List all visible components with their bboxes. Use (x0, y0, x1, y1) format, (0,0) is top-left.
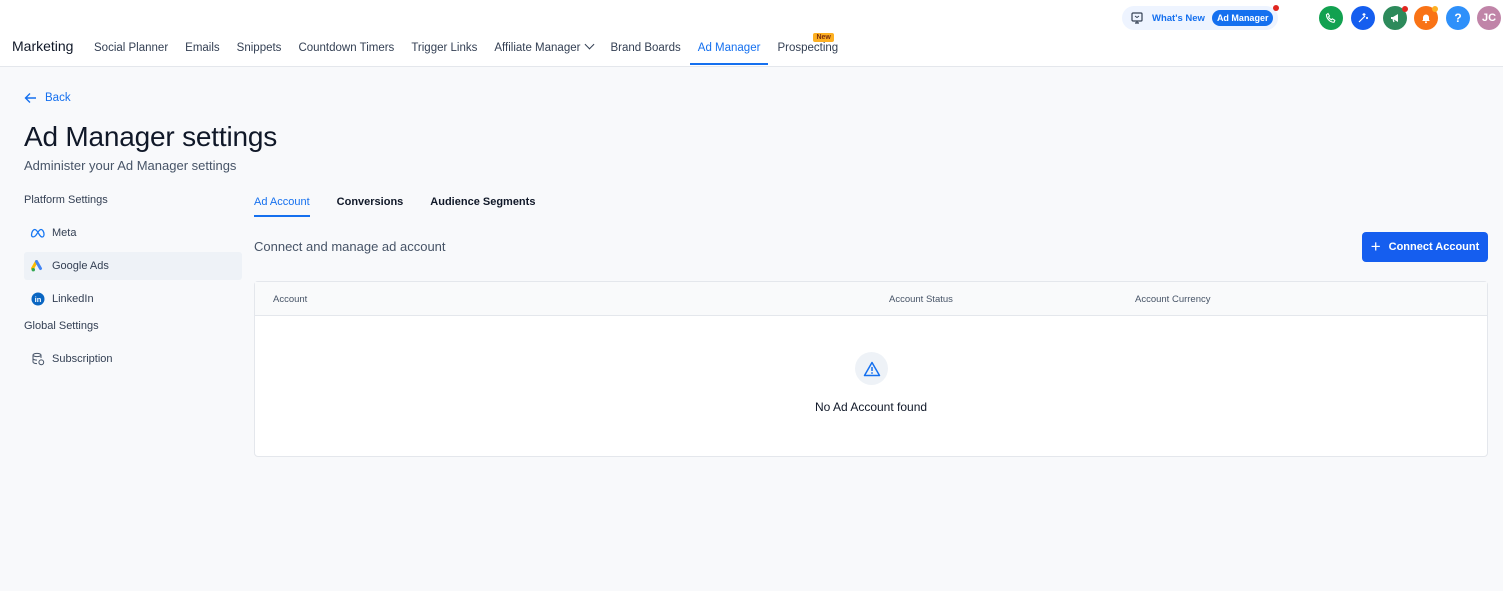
nav-ad-manager[interactable]: Ad Manager (689, 30, 769, 65)
ai-assist-button[interactable] (1351, 6, 1375, 30)
notification-dot (1273, 5, 1279, 11)
help-button[interactable]: ? (1446, 6, 1470, 30)
nav-affiliate-manager-label: Affiliate Manager (494, 42, 581, 54)
table-header: Account Account Status Account Currency (255, 282, 1487, 316)
linkedin-icon: in (30, 291, 46, 307)
nav-prospecting-label: Prospecting (777, 42, 839, 54)
sidebar-item-label: Google Ads (52, 260, 109, 272)
help-icon: ? (1454, 11, 1462, 25)
google-ads-icon (30, 258, 46, 274)
sidebar-item-label: Subscription (52, 353, 113, 365)
database-icon (30, 351, 46, 367)
column-header-account-status: Account Status (889, 294, 953, 305)
sidebar-item-meta[interactable]: Meta (24, 219, 242, 247)
sidebar-item-label: LinkedIn (52, 293, 94, 305)
phone-icon (1325, 12, 1336, 23)
tab-audience-segments[interactable]: Audience Segments (430, 196, 535, 217)
notifications-button[interactable] (1414, 6, 1438, 30)
sparkle-icon (1358, 13, 1368, 23)
top-header: Marketing Social Planner Emails Snippets… (0, 0, 1503, 67)
plus-icon: + (1370, 237, 1381, 256)
back-link[interactable]: Back (24, 92, 71, 104)
connect-account-button[interactable]: + Connect Account (1362, 232, 1488, 262)
section-description: Connect and manage ad account (254, 239, 446, 254)
meta-icon (30, 225, 46, 241)
nav-countdown-timers[interactable]: Countdown Timers (290, 30, 402, 65)
settings-tabs: Ad Account Conversions Audience Segments (254, 196, 562, 217)
sidebar-item-label: Meta (52, 227, 77, 239)
page-subtitle: Administer your Ad Manager settings (24, 158, 237, 173)
chevron-down-icon (585, 39, 595, 50)
svg-text:in: in (35, 295, 42, 304)
whats-new-pill: Ad Manager (1211, 10, 1274, 26)
phone-button[interactable] (1319, 6, 1343, 30)
main-nav: Social Planner Emails Snippets Countdown… (86, 30, 847, 66)
back-label: Back (45, 92, 71, 104)
empty-state: No Ad Account found (255, 316, 1487, 456)
page-title: Ad Manager settings (24, 121, 278, 152)
sidebar-item-subscription[interactable]: Subscription (24, 345, 242, 373)
sidebar-item-linkedin[interactable]: in LinkedIn (24, 285, 242, 313)
connect-account-label: Connect Account (1388, 241, 1480, 253)
bell-dot (1432, 6, 1438, 12)
new-badge: New (813, 33, 834, 42)
whats-new-label: What's New (1152, 12, 1205, 24)
whats-new-button[interactable]: What's New Ad Manager (1122, 5, 1279, 30)
empty-state-message: No Ad Account found (814, 400, 928, 414)
nav-emails[interactable]: Emails (177, 30, 228, 65)
announcement-icon (1131, 12, 1143, 24)
avatar[interactable]: JC (1477, 6, 1501, 30)
sidebar-item-google-ads[interactable]: Google Ads (24, 252, 242, 280)
megaphone-button[interactable] (1383, 6, 1408, 30)
megaphone-icon (1391, 14, 1398, 23)
megaphone-dot (1402, 6, 1408, 12)
nav-brand-boards[interactable]: Brand Boards (602, 30, 688, 65)
nav-trigger-links[interactable]: Trigger Links (403, 30, 485, 65)
column-header-account: Account (273, 294, 308, 305)
settings-sidebar: Platform Settings Meta Google Ads in Lin… (24, 192, 242, 378)
nav-prospecting[interactable]: Prospecting New (769, 30, 846, 65)
global-settings-heading: Global Settings (24, 320, 99, 332)
nav-social-planner[interactable]: Social Planner (86, 30, 176, 65)
platform-settings-heading: Platform Settings (24, 194, 108, 206)
arrow-left-icon (24, 93, 36, 103)
nav-affiliate-manager[interactable]: Affiliate Manager (486, 30, 601, 65)
ad-accounts-table: Account Account Status Account Currency … (254, 281, 1488, 457)
column-header-account-currency: Account Currency (1135, 294, 1211, 305)
bell-icon (1422, 14, 1430, 24)
tab-conversions[interactable]: Conversions (337, 196, 404, 217)
warning-icon (855, 352, 888, 385)
nav-snippets[interactable]: Snippets (229, 30, 290, 65)
tab-ad-account[interactable]: Ad Account (254, 196, 310, 217)
app-title: Marketing (12, 38, 74, 54)
